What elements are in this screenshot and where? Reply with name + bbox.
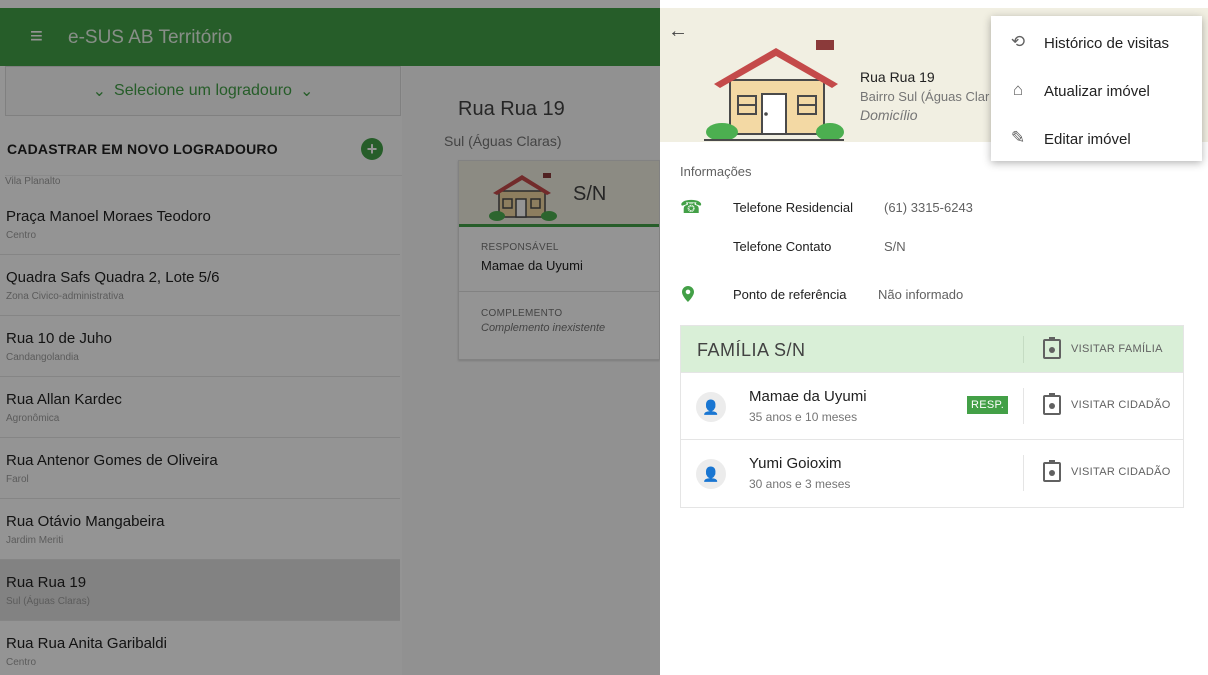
property-type: Domicílio bbox=[860, 107, 918, 123]
phone-residencial-row: ☎ Telefone Residencial (61) 3315-6243 bbox=[680, 197, 1180, 219]
family-header: FAMÍLIA S/N VISITAR FAMÍLIA bbox=[681, 326, 1183, 372]
person-avatar-icon: 👤 bbox=[696, 459, 726, 489]
property-bairro: Bairro Sul (Águas Clar bbox=[860, 89, 990, 104]
visit-citizen-button[interactable]: VISITAR CIDADÃO bbox=[1043, 460, 1171, 482]
phone-contato-row: Telefone Contato S/N bbox=[680, 238, 1180, 258]
field-value: Não informado bbox=[878, 287, 964, 302]
clipboard-icon bbox=[1043, 460, 1061, 482]
menu-item-label: Histórico de visitas bbox=[1044, 35, 1170, 52]
reference-row: Ponto de referência Não informado bbox=[680, 286, 1180, 306]
info-section-label: Informações bbox=[680, 164, 752, 179]
visit-citizen-label: VISITAR CIDADÃO bbox=[1071, 466, 1171, 478]
field-label: Telefone Contato bbox=[733, 239, 832, 254]
field-value: S/N bbox=[884, 239, 906, 254]
field-label: Telefone Residencial bbox=[733, 200, 853, 215]
menu-item-edit-property[interactable]: ✎ Editar imóvel bbox=[991, 114, 1202, 162]
field-value[interactable]: (61) 3315-6243 bbox=[884, 200, 973, 215]
menu-item-update-property[interactable]: ⌂ Atualizar imóvel bbox=[991, 66, 1202, 114]
member-name: Mamae da Uyumi bbox=[749, 388, 867, 405]
divider bbox=[1023, 388, 1024, 424]
visit-citizen-label: VISITAR CIDADÃO bbox=[1071, 399, 1171, 411]
clipboard-icon bbox=[1043, 393, 1061, 415]
history-icon: ⟲ bbox=[1010, 32, 1026, 51]
visit-citizen-button[interactable]: VISITAR CIDADÃO bbox=[1043, 393, 1171, 415]
responsible-badge: RESP. bbox=[967, 396, 1009, 414]
clipboard-icon bbox=[1043, 337, 1061, 359]
visit-family-label: VISITAR FAMÍLIA bbox=[1071, 343, 1163, 355]
visit-family-button[interactable]: VISITAR FAMÍLIA bbox=[1043, 337, 1163, 359]
divider bbox=[1023, 336, 1024, 363]
family-member-row[interactable]: 👤 Mamae da Uyumi 35 anos e 10 meses RESP… bbox=[681, 372, 1183, 439]
menu-item-label: Atualizar imóvel bbox=[1044, 83, 1150, 100]
family-title: FAMÍLIA S/N bbox=[697, 340, 806, 360]
house-update-icon: ⌂ bbox=[1012, 80, 1024, 99]
location-pin-icon bbox=[682, 286, 694, 302]
person-avatar-icon: 👤 bbox=[696, 392, 726, 422]
back-arrow-icon[interactable]: ← bbox=[668, 20, 688, 43]
menu-item-label: Editar imóvel bbox=[1044, 131, 1131, 148]
divider bbox=[1023, 455, 1024, 491]
property-address: Rua Rua 19 bbox=[860, 69, 935, 85]
house-illustration-icon bbox=[704, 40, 844, 141]
family-card: FAMÍLIA S/N VISITAR FAMÍLIA 👤 Mamae da U… bbox=[680, 325, 1184, 508]
member-age: 30 anos e 3 meses bbox=[749, 477, 851, 491]
phone-icon: ☎ bbox=[680, 197, 703, 217]
member-name: Yumi Goioxim bbox=[749, 455, 842, 472]
scrim-overlay[interactable] bbox=[0, 0, 660, 675]
pencil-icon: ✎ bbox=[1010, 128, 1026, 147]
field-label: Ponto de referência bbox=[733, 287, 847, 302]
family-member-row[interactable]: 👤 Yumi Goioxim 30 anos e 3 meses VISITAR… bbox=[681, 439, 1183, 506]
overflow-menu: ⟲ Histórico de visitas ⌂ Atualizar imóve… bbox=[991, 16, 1202, 161]
member-age: 35 anos e 10 meses bbox=[749, 410, 858, 424]
menu-item-visit-history[interactable]: ⟲ Histórico de visitas bbox=[991, 18, 1202, 66]
